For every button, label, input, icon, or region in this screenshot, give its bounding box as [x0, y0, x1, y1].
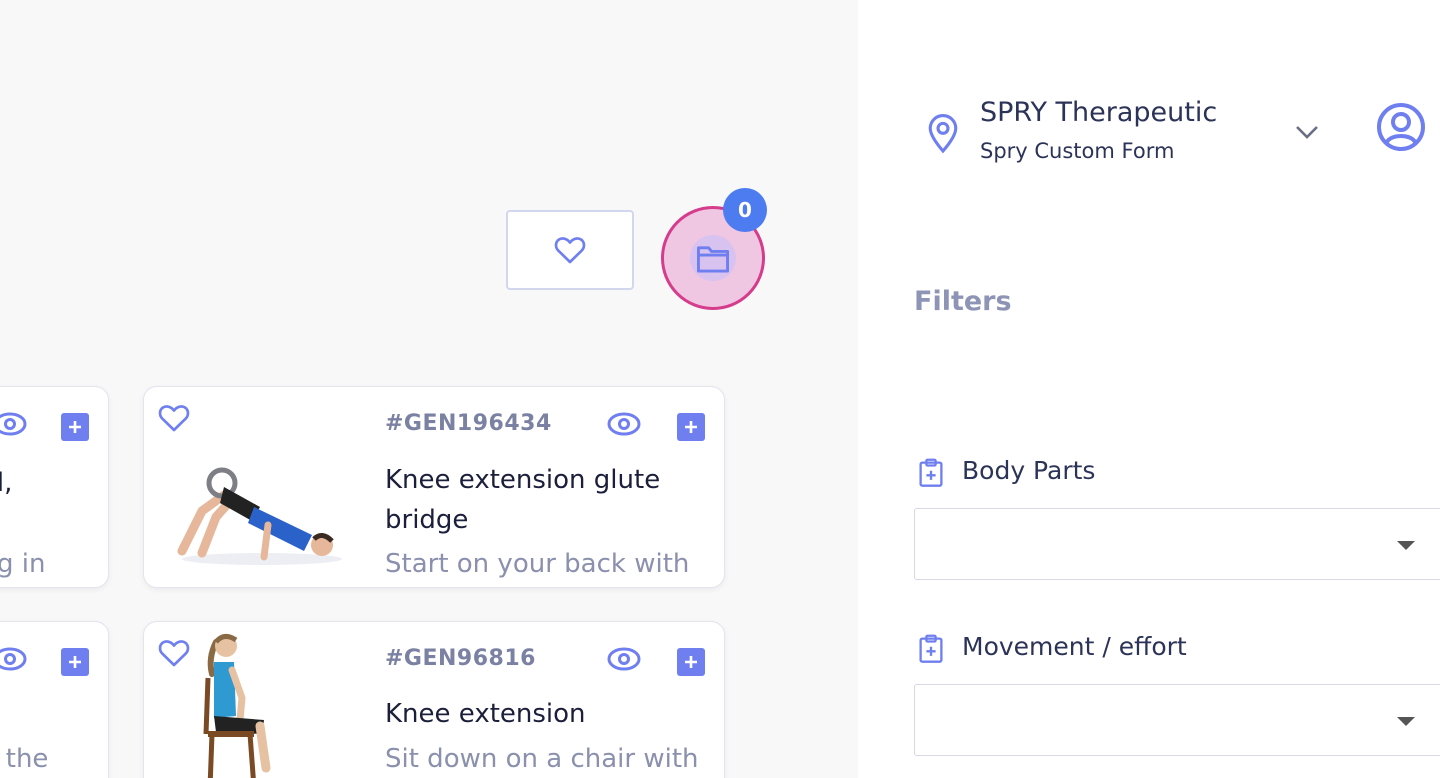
favorites-button[interactable]: [506, 210, 634, 290]
exercise-title: Knee extension glute bridge: [385, 460, 715, 540]
folder-count-badge: 0: [723, 188, 767, 232]
exercise-title-line: Knee extension glute: [385, 465, 661, 495]
exercise-library-panel: 0 al, eg in: [0, 0, 858, 778]
plus-icon: [685, 421, 697, 433]
preview-eye-icon[interactable]: [0, 411, 27, 437]
exercise-card[interactable]: n the: [0, 621, 109, 778]
preview-eye-icon[interactable]: [0, 646, 27, 672]
chevron-down-icon[interactable]: [1294, 124, 1320, 144]
preview-eye-icon[interactable]: [607, 411, 641, 437]
body-parts-select[interactable]: [914, 508, 1440, 580]
exercise-description: n the: [0, 744, 49, 774]
exercise-description: Start on your back with: [385, 549, 690, 579]
preview-eye-icon[interactable]: [607, 646, 641, 672]
caret-down-icon: [1397, 717, 1415, 726]
folder-icon: [696, 246, 729, 273]
heart-icon: [554, 237, 586, 264]
add-exercise-button[interactable]: [61, 413, 89, 441]
exercise-code: #GEN96816: [385, 646, 536, 671]
exercise-code: #GEN196434: [385, 411, 552, 436]
exercise-card[interactable]: #GEN96816 Knee extension Sit down on a c…: [143, 621, 725, 778]
filters-heading: Filters: [914, 286, 1012, 317]
add-exercise-button[interactable]: [61, 648, 89, 676]
exercise-card[interactable]: #GEN196434 Knee extension glute bridge S…: [143, 386, 725, 588]
organization-form-name: Spry Custom Form: [980, 139, 1175, 163]
add-exercise-button[interactable]: [677, 413, 705, 441]
filter-label-movement-effort: Movement / effort: [962, 632, 1187, 661]
filters-sidebar: SPRY Therapeutic Spry Custom Form Filter…: [858, 0, 1440, 778]
user-avatar-icon[interactable]: [1376, 102, 1426, 156]
add-exercise-button[interactable]: [677, 648, 705, 676]
exercise-title: al,: [0, 468, 13, 498]
clipboard-plus-icon: [918, 458, 944, 492]
exercise-title-line: bridge: [385, 505, 469, 535]
exercise-title: Knee extension: [385, 699, 586, 729]
exercise-description: Sit down on a chair with: [385, 744, 699, 774]
favorite-heart-icon[interactable]: [158, 403, 190, 433]
exercise-image: [203, 634, 271, 778]
clipboard-plus-icon: [918, 634, 944, 668]
plus-icon: [69, 421, 81, 433]
exercise-image: [177, 467, 342, 565]
folder-button-inner: [690, 235, 736, 281]
exercise-card[interactable]: al, eg in: [0, 386, 109, 588]
location-pin-icon: [926, 114, 960, 158]
plus-icon: [69, 656, 81, 668]
filter-label-body-parts: Body Parts: [962, 456, 1096, 485]
movement-effort-select[interactable]: [914, 684, 1440, 756]
exercise-description: eg in: [0, 549, 46, 579]
organization-name: SPRY Therapeutic: [980, 97, 1218, 128]
plus-icon: [685, 656, 697, 668]
caret-down-icon: [1397, 541, 1415, 550]
